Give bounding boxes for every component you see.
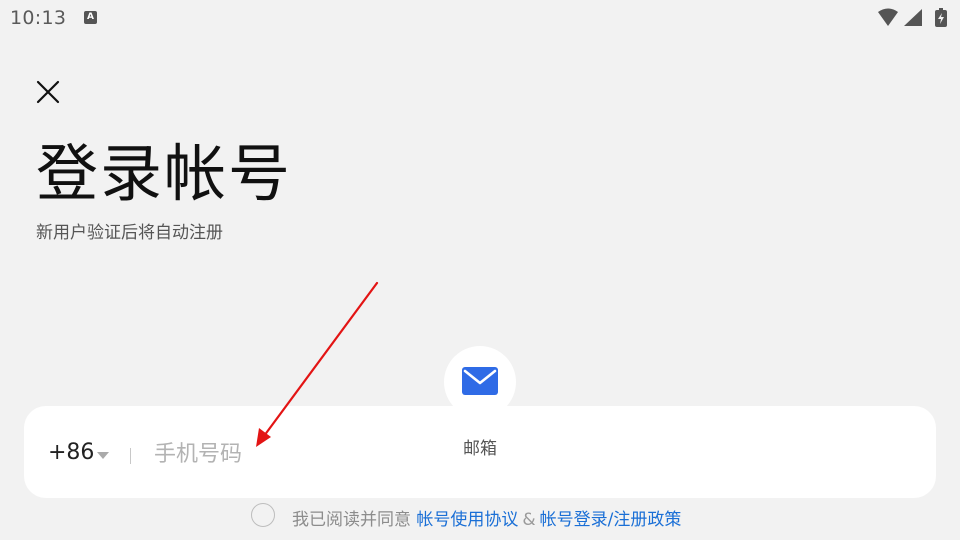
battery-charging-icon	[935, 8, 947, 27]
email-login-label[interactable]: 邮箱	[462, 434, 498, 459]
terms-link[interactable]: 帐号使用协议	[416, 510, 518, 530]
agreement-text: 我已阅读并同意 帐号使用协议 & 帐号登录/注册政策	[292, 505, 681, 530]
country-code-value: +86	[48, 440, 95, 465]
close-button[interactable]	[34, 78, 62, 106]
country-code-selector[interactable]: +86	[48, 440, 109, 465]
phone-input-card: +86 邮箱	[24, 406, 936, 498]
signal-icon	[904, 9, 922, 26]
mail-icon	[462, 367, 498, 395]
agreement-checkbox[interactable]	[251, 503, 275, 527]
page-subtitle: 新用户验证后将自动注册	[36, 223, 223, 243]
app-notification-badge: A	[87, 12, 94, 22]
page-title: 登录帐号	[36, 137, 293, 210]
email-login-button[interactable]	[444, 346, 516, 418]
agreement-prefix: 我已阅读并同意	[292, 510, 411, 530]
privacy-policy-link[interactable]: 帐号登录/注册政策	[540, 510, 682, 530]
login-screen: 10:13 A 登录帐号 新用户验证后将自动注册 +86 邮箱	[0, 0, 960, 540]
close-icon	[36, 80, 60, 104]
phone-number-input[interactable]	[154, 434, 394, 474]
agreement-ampersand: &	[522, 510, 536, 530]
chevron-down-icon	[97, 452, 109, 459]
input-divider	[130, 448, 131, 464]
status-icons	[878, 8, 947, 27]
app-notification-icon: A	[84, 11, 97, 24]
status-time: 10:13	[10, 7, 67, 29]
wifi-icon	[878, 8, 898, 26]
